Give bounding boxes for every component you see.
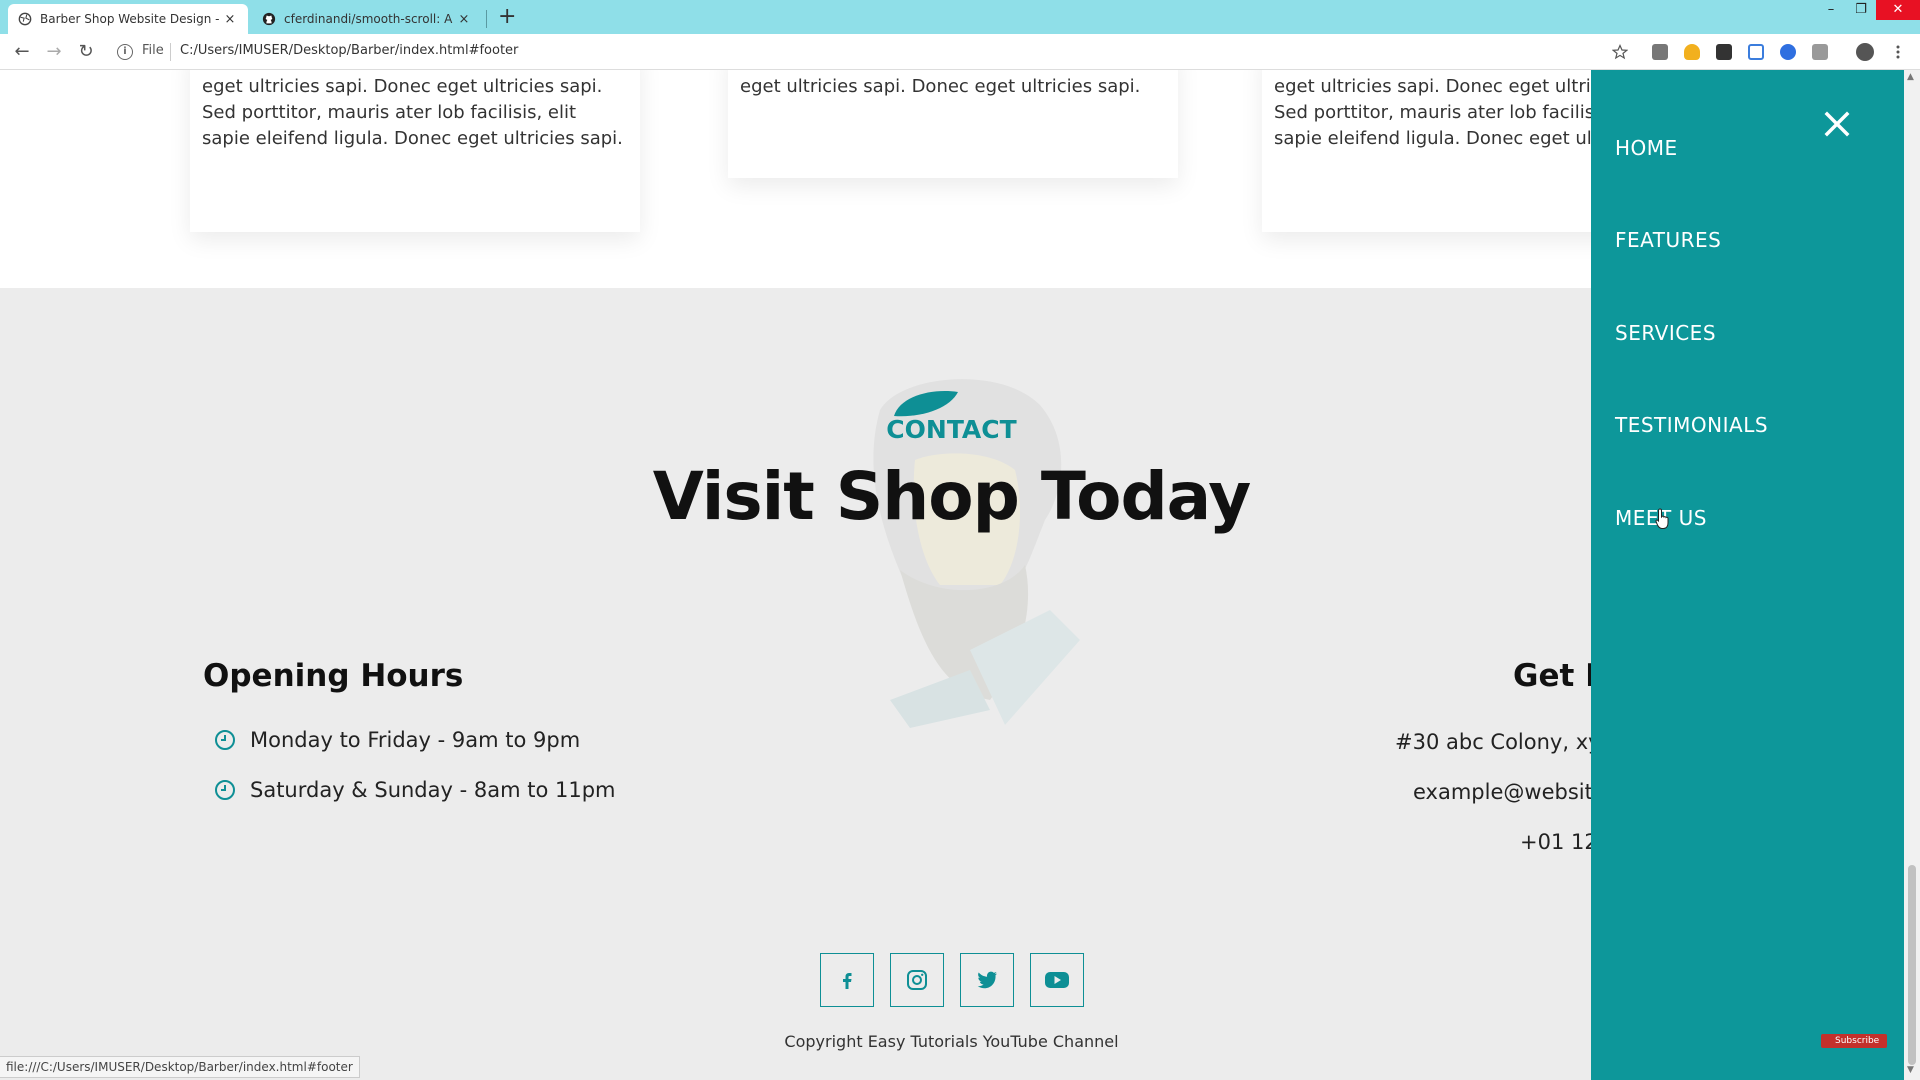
bell-extension-icon[interactable] bbox=[1684, 44, 1700, 60]
scroll-up-arrow-icon[interactable]: ▲ bbox=[1907, 72, 1914, 82]
menu-item-services[interactable]: SERVICES bbox=[1615, 321, 1716, 345]
hand-pointer-icon bbox=[1655, 508, 1669, 529]
tab-barber-shop[interactable]: Barber Shop Website Design - Ea × bbox=[8, 4, 248, 34]
facebook-icon bbox=[843, 973, 852, 989]
hours-row: Saturday & Sunday - 8am to 11pm bbox=[214, 778, 616, 802]
menu-item-features[interactable]: FEATURES bbox=[1615, 228, 1721, 252]
github-icon bbox=[262, 12, 276, 26]
service-card: eget ultricies sapi. Donec eget ultricie… bbox=[190, 70, 640, 232]
tab-close-icon[interactable]: × bbox=[456, 12, 472, 27]
blue-extension-icon[interactable] bbox=[1780, 44, 1796, 60]
service-card: eget ultricies sapi. Donec eget ultricie… bbox=[728, 70, 1178, 178]
camera-extension-icon[interactable] bbox=[1652, 44, 1668, 60]
clock-icon bbox=[215, 780, 235, 800]
back-button[interactable]: ← bbox=[12, 42, 32, 62]
bookmark-star-icon[interactable] bbox=[1612, 44, 1628, 60]
instagram-icon bbox=[907, 970, 927, 990]
kebab-menu-icon[interactable] bbox=[1890, 44, 1906, 60]
maximize-button[interactable]: ❐ bbox=[1846, 0, 1876, 20]
site-info-icon[interactable]: i bbox=[117, 44, 133, 60]
facebook-button[interactable] bbox=[820, 953, 874, 1007]
side-menu: HOME FEATURES SERVICES TESTIMONIALS MEET… bbox=[1591, 70, 1904, 1080]
profile-avatar[interactable] bbox=[1856, 43, 1874, 61]
iq-extension-icon[interactable] bbox=[1748, 44, 1764, 60]
service-card-text: eget ultricies sapi. Donec eget ultricie… bbox=[740, 76, 1141, 97]
twitter-button[interactable] bbox=[960, 953, 1014, 1007]
page-scrollbar[interactable]: ▲ ▼ bbox=[1904, 70, 1920, 1080]
hours-row: Monday to Friday - 9am to 9pm bbox=[214, 728, 580, 752]
forward-button[interactable]: → bbox=[44, 42, 64, 62]
menu-item-home[interactable]: HOME bbox=[1615, 136, 1678, 160]
browser-tab-bar: Barber Shop Website Design - Ea × cferdi… bbox=[0, 0, 1920, 34]
url-divider bbox=[170, 43, 171, 61]
close-icon[interactable] bbox=[1819, 106, 1855, 142]
globe-icon bbox=[18, 12, 32, 26]
subscribe-badge[interactable]: Subscribe bbox=[1821, 1034, 1887, 1048]
reload-button[interactable]: ↻ bbox=[76, 42, 96, 62]
tab-divider bbox=[486, 10, 487, 28]
tab-smooth-scroll[interactable]: cferdinandi/smooth-scroll: A lig × bbox=[252, 4, 482, 34]
minimize-button[interactable]: – bbox=[1816, 0, 1846, 20]
m-extension-icon[interactable] bbox=[1716, 44, 1732, 60]
address-bar[interactable]: C:/Users/IMUSER/Desktop/Barber/index.htm… bbox=[180, 43, 518, 58]
grey-extension-icon[interactable] bbox=[1812, 44, 1828, 60]
service-card-text: eget ultricies sapi. Donec eget ultricie… bbox=[202, 76, 623, 149]
browser-toolbar: ← → ↻ i File C:/Users/IMUSER/Desktop/Bar… bbox=[0, 34, 1920, 70]
tab-close-icon[interactable]: × bbox=[222, 12, 238, 27]
tab-title: cferdinandi/smooth-scroll: A lig bbox=[284, 12, 456, 26]
instagram-button[interactable] bbox=[890, 953, 944, 1007]
link-status-bar: file:///C:/Users/IMUSER/Desktop/Barber/i… bbox=[0, 1056, 360, 1078]
twitter-icon bbox=[977, 971, 997, 989]
youtube-button[interactable] bbox=[1030, 953, 1084, 1007]
url-scheme-label: File bbox=[142, 43, 164, 58]
menu-item-testimonials[interactable]: TESTIMONIALS bbox=[1615, 413, 1768, 437]
hours-text: Monday to Friday - 9am to 9pm bbox=[250, 728, 581, 752]
new-tab-button[interactable]: + bbox=[498, 5, 516, 29]
tab-title: Barber Shop Website Design - Ea bbox=[40, 12, 222, 26]
kicker-leaf-icon bbox=[894, 391, 958, 417]
opening-hours-title: Opening Hours bbox=[203, 658, 464, 694]
clock-icon bbox=[215, 730, 235, 750]
window-close-button[interactable]: ✕ bbox=[1876, 0, 1920, 20]
youtube-icon bbox=[1045, 972, 1069, 988]
scroll-down-arrow-icon[interactable]: ▼ bbox=[1907, 1065, 1914, 1075]
scrollbar-thumb[interactable] bbox=[1908, 865, 1916, 1065]
hours-text: Saturday & Sunday - 8am to 11pm bbox=[250, 778, 616, 802]
